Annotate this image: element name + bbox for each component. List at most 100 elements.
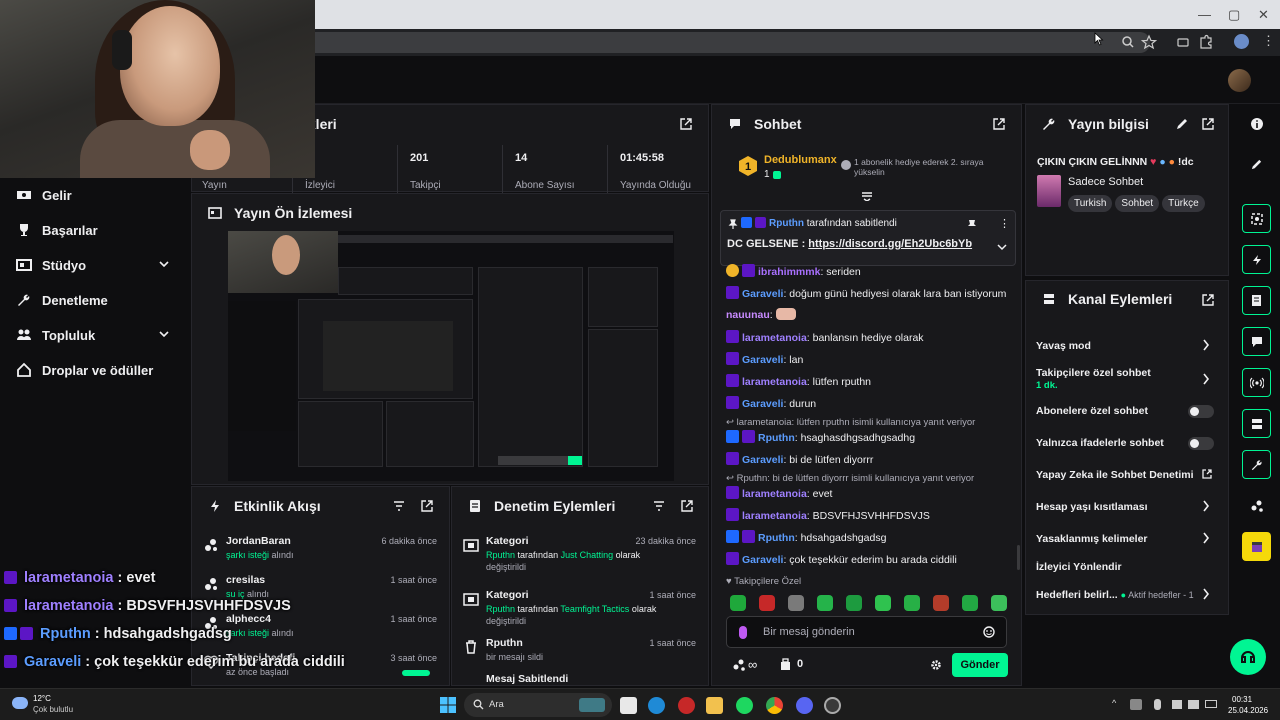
chat-message[interactable]: larametanoia: banlansın hediye olarak [726, 330, 924, 344]
category-boxart[interactable] [1037, 175, 1061, 207]
send-button[interactable]: Gönder [952, 653, 1008, 677]
chat-message[interactable]: nauunau: [726, 308, 796, 321]
emote-only-toggle[interactable] [1188, 437, 1214, 450]
edit-pencil-icon[interactable] [1175, 117, 1189, 131]
list-item[interactable]: Rputhn 1 saat önce bir mesajı sildi [452, 633, 708, 669]
emote[interactable] [875, 595, 891, 611]
tag[interactable]: Türkçe [1162, 195, 1205, 212]
emote[interactable] [904, 595, 920, 611]
emote[interactable] [817, 595, 833, 611]
collapse-icon[interactable] [861, 191, 873, 201]
chat-scrollbar[interactable] [1017, 545, 1020, 570]
user-avatar[interactable] [1228, 69, 1251, 92]
popout-icon[interactable] [1201, 117, 1215, 131]
info-button[interactable] [1242, 109, 1271, 138]
category-name[interactable]: Sadece Sohbet [1068, 176, 1143, 188]
chat-message[interactable]: Garaveli: bi de lütfen diyorrr [726, 452, 873, 466]
edge-icon[interactable] [648, 697, 665, 714]
popout-icon[interactable] [679, 117, 693, 131]
chevron-down-icon[interactable] [158, 328, 170, 340]
notes-button[interactable] [1242, 286, 1271, 315]
edit-button[interactable] [1242, 150, 1271, 179]
popout-icon[interactable] [680, 499, 694, 513]
emote[interactable] [933, 595, 949, 611]
puzzle-icon[interactable] [1198, 34, 1214, 50]
chat-message[interactable]: Rputhn: hdsahgadshgadsg [726, 530, 886, 544]
zoom-icon[interactable] [1120, 34, 1136, 50]
unpin-icon[interactable] [967, 219, 977, 231]
points-bag-icon[interactable] [779, 658, 792, 671]
chat-message[interactable]: Garaveli: durun [726, 396, 816, 410]
sidebar-item-droplar[interactable]: Droplar ve ödüller [0, 353, 190, 387]
emoji-icon[interactable] [983, 626, 995, 638]
ad-button[interactable] [1242, 245, 1271, 274]
emote[interactable] [962, 595, 978, 611]
chat-message[interactable]: Garaveli: doğum günü hediyesi olarak lar… [726, 286, 1006, 300]
profile-avatar[interactable] [1234, 34, 1249, 49]
list-item[interactable]: Mesaj Sabitlendi [452, 671, 708, 687]
chrome-icon[interactable] [766, 697, 783, 714]
app-icon[interactable] [678, 697, 695, 714]
chat-message[interactable]: larametanoia: evet [726, 486, 832, 500]
subs-only-row[interactable]: Abonelere özel sohbet [1036, 405, 1220, 418]
emote[interactable] [788, 595, 804, 611]
help-button[interactable] [1230, 639, 1266, 675]
filter-icon[interactable] [652, 499, 666, 513]
studio-button[interactable] [1242, 409, 1271, 438]
popout-icon[interactable] [992, 117, 1006, 131]
mod-tools-button[interactable] [1242, 450, 1271, 479]
channel-points-icon[interactable] [732, 658, 746, 672]
battery-icon[interactable] [1205, 700, 1217, 708]
chevron-down-icon[interactable] [158, 258, 170, 270]
filter-icon[interactable] [392, 499, 406, 513]
tray-icon[interactable] [1130, 699, 1142, 710]
sidebar-item-studyo[interactable]: Stüdyo [0, 248, 190, 282]
minimize-icon[interactable]: — [1198, 7, 1211, 22]
list-item[interactable]: Kategori 23 dakika önce Rputhn tarafında… [452, 531, 708, 581]
list-item[interactable]: Kategori 1 saat önce Rputhn tarafından T… [452, 585, 708, 635]
discord-link[interactable]: https://discord.gg/Eh2Ubc6bYb [808, 238, 972, 250]
chat-message[interactable]: Garaveli: çok teşekkür ederim bu arada c… [726, 552, 957, 566]
chat-message[interactable]: larametanoia: lütfen rputhn [726, 374, 871, 388]
sidebar-item-topluluk[interactable]: Topluluk [0, 318, 190, 352]
bookmark-star-icon[interactable] [1141, 34, 1157, 50]
maximize-icon[interactable]: ▢ [1228, 7, 1240, 23]
emote[interactable] [730, 595, 746, 611]
task-view-icon[interactable] [620, 697, 637, 714]
emote[interactable] [846, 595, 862, 611]
subs-only-toggle[interactable] [1188, 405, 1214, 418]
close-icon[interactable]: ✕ [1258, 7, 1269, 23]
list-item[interactable]: JordanBaran şarkı isteği alındı 6 dakika… [192, 531, 449, 571]
discord-icon[interactable] [796, 697, 813, 714]
clock-date[interactable]: 25.04.2026 [1228, 706, 1268, 715]
ai-moderation-row[interactable]: Yapay Zeka ile Sohbet Denetimi [1036, 469, 1220, 481]
popout-icon[interactable] [420, 499, 434, 513]
emote[interactable] [759, 595, 775, 611]
taskbar-search[interactable]: Ara [464, 693, 612, 717]
sidebar-item-gelir[interactable]: Gelir [0, 178, 190, 212]
clock-time[interactable]: 00:31 [1232, 695, 1252, 704]
file-explorer-icon[interactable] [706, 697, 723, 714]
sidebar-item-basarilar[interactable]: Başarılar [0, 213, 190, 247]
top-gifter-name[interactable]: Dedublumanx [764, 154, 837, 166]
microphone-tray-icon[interactable] [1154, 699, 1161, 710]
address-bar[interactable] [300, 32, 1150, 53]
extension-button[interactable] [1242, 532, 1271, 561]
emote-only-row[interactable]: Yalnızca ifadelerle sohbet [1036, 437, 1220, 450]
kebab-menu-icon[interactable]: ⋮ [1262, 33, 1275, 49]
chat-message[interactable]: larametanoia: BDSVFHJSVHHFDSVJS [726, 508, 930, 522]
settings-gear-icon[interactable] [930, 659, 942, 671]
clip-button[interactable] [1242, 204, 1271, 233]
tag[interactable]: Sohbet [1115, 195, 1160, 212]
spotify-icon[interactable] [736, 697, 753, 714]
volume-icon[interactable] [1188, 700, 1199, 709]
chat-message[interactable]: Rputhn: hsaghasdhgsadhgsadhg [726, 430, 915, 444]
popout-icon[interactable] [1201, 293, 1215, 307]
chat-button[interactable] [1242, 327, 1271, 356]
obs-icon[interactable] [824, 697, 841, 714]
emote[interactable] [991, 595, 1007, 611]
microphone-icon[interactable] [739, 626, 747, 639]
points-button[interactable] [1242, 491, 1271, 520]
raid-row[interactable]: İzleyici Yönlendir [1036, 561, 1220, 573]
network-icon[interactable] [1172, 700, 1182, 709]
